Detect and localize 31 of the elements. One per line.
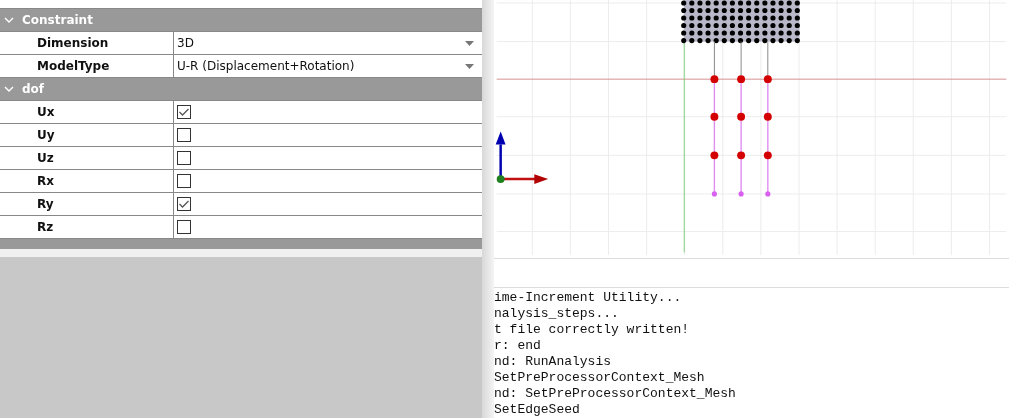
console-line: SetPreProcessorContext_Mesh [494, 370, 706, 386]
caret-icon [465, 63, 474, 69]
console-line: ime-Increment Utility... [494, 290, 683, 306]
property-label: Uy [0, 124, 174, 146]
category-title: Constraint [22, 13, 93, 27]
console-line: SetEdgeSeed [494, 402, 581, 418]
property-label: ModelType [0, 55, 174, 77]
dropdown-field[interactable]: 3D [177, 32, 482, 54]
checkbox[interactable] [177, 151, 191, 165]
checkbox[interactable] [177, 174, 191, 188]
property-label: Dimension [0, 32, 174, 54]
viewport-canvas[interactable] [494, 0, 1009, 256]
splitter-handle[interactable] [482, 0, 494, 418]
console-line: t file correctly written! [494, 322, 691, 338]
property-label: Ry [0, 193, 174, 215]
property-label: Uz [0, 147, 174, 169]
checkbox[interactable] [177, 197, 191, 211]
property-label: Rz [0, 216, 174, 238]
console-line: nd: SetPreProcessorContext_Mesh [494, 386, 737, 402]
caret-icon [465, 40, 474, 46]
axis-triad-icon [495, 131, 549, 185]
property-label: Rx [0, 170, 174, 192]
property-label: Ux [0, 101, 174, 123]
dropdown-field[interactable]: U-R (Displacement+Rotation) [177, 55, 482, 77]
checkbox[interactable] [177, 105, 191, 119]
console-line: nd: RunAnalysis [494, 354, 613, 370]
console-line: r: end [494, 338, 542, 354]
category-title: dof [22, 82, 45, 96]
checkbox[interactable] [177, 128, 191, 142]
console-line: nalysis_steps... [494, 306, 620, 322]
checkbox[interactable] [177, 220, 191, 234]
